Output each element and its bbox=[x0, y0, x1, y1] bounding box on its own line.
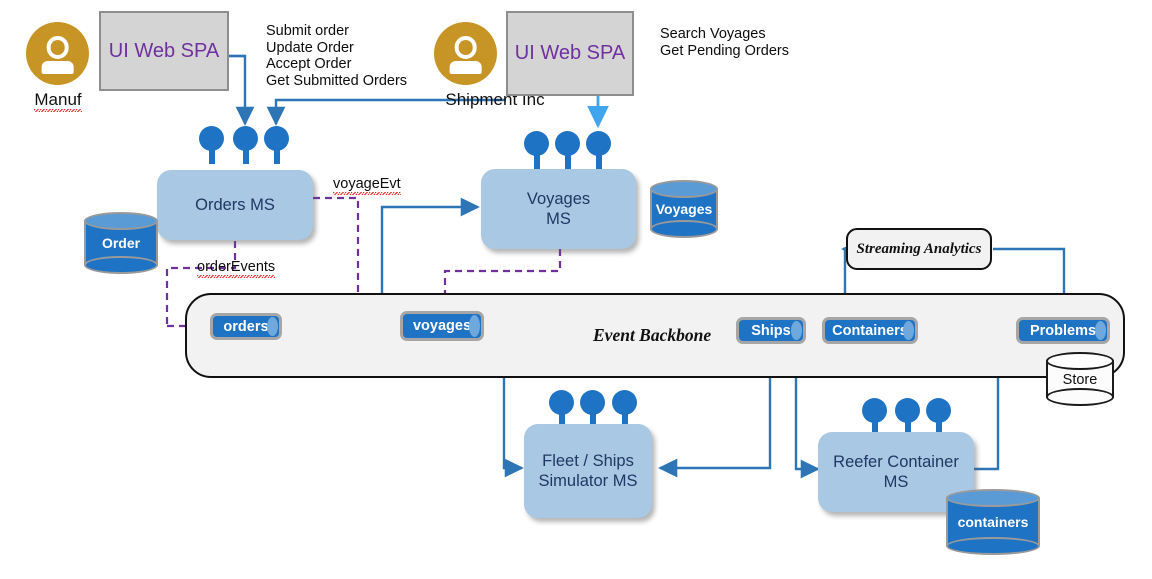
op-get-pending-orders: Get Pending Orders bbox=[660, 42, 789, 59]
cylinder-cap-icon bbox=[791, 321, 802, 340]
reefer-ms-label-line1: Reefer Container bbox=[833, 453, 959, 471]
voyages-ms[interactable]: Voyages MS bbox=[481, 169, 636, 249]
fleet-ms-label-line2: Simulator MS bbox=[538, 472, 638, 490]
actor-shipment-inc bbox=[434, 22, 497, 85]
person-icon bbox=[26, 22, 89, 85]
ui-web-spa-manuf[interactable]: UI Web SPA bbox=[99, 11, 229, 91]
orders-ms-interface-1 bbox=[199, 126, 224, 174]
cylinder-cap-icon bbox=[1095, 321, 1106, 340]
topic-voyages[interactable]: voyages bbox=[400, 311, 484, 341]
voyages-database: Voyages bbox=[650, 180, 718, 238]
person-icon bbox=[434, 22, 497, 85]
orders-operations-list: Submit order Update Order Accept Order G… bbox=[266, 23, 407, 89]
containers-database: containers bbox=[946, 489, 1040, 555]
op-accept-order: Accept Order bbox=[266, 56, 352, 73]
actor-manuf bbox=[26, 22, 89, 85]
orders-ms[interactable]: Orders MS bbox=[157, 170, 313, 240]
voyages-ms-label-line1: Voyages bbox=[526, 190, 591, 208]
ui-web-spa-shipment[interactable]: UI Web SPA bbox=[506, 11, 634, 96]
store-cylinder: Store bbox=[1046, 352, 1114, 406]
cylinder-cap-icon bbox=[267, 317, 278, 336]
edge-label-order-events: orderEvents bbox=[197, 259, 276, 278]
op-submit-order: Submit order bbox=[266, 23, 350, 39]
orders-ms-interface-2 bbox=[233, 126, 258, 174]
streaming-analytics[interactable]: Streaming Analytics bbox=[846, 228, 992, 270]
op-get-submitted-orders: Get Submitted Orders bbox=[266, 72, 408, 89]
order-database: Order bbox=[84, 212, 158, 274]
store-label: Store bbox=[1062, 372, 1098, 389]
op-update-order: Update Order bbox=[266, 39, 354, 56]
fleet-ms-label-line1: Fleet / Ships bbox=[542, 452, 634, 470]
event-backbone-label: Event Backbone bbox=[593, 325, 712, 345]
edge-label-voyage-evt: voyageEvt bbox=[333, 176, 401, 195]
containers-database-label: containers bbox=[957, 514, 1029, 530]
topic-containers[interactable]: Containers bbox=[822, 317, 918, 344]
op-search-voyages: Search Voyages bbox=[660, 26, 766, 42]
voyages-database-label: Voyages bbox=[655, 201, 713, 217]
topic-ships[interactable]: Ships bbox=[736, 317, 806, 344]
cylinder-cap-icon bbox=[903, 321, 914, 340]
topic-orders[interactable]: orders bbox=[210, 313, 282, 340]
actor-manuf-label: Manuf bbox=[12, 90, 104, 112]
voyages-ms-label-line2: MS bbox=[546, 210, 571, 228]
order-database-label: Order bbox=[101, 235, 141, 251]
fleet-ships-simulator-ms[interactable]: Fleet / Ships Simulator MS bbox=[524, 424, 652, 518]
voyages-operations-list: Search Voyages Get Pending Orders bbox=[660, 26, 789, 59]
cylinder-cap-icon bbox=[469, 315, 480, 337]
orders-ms-interface-3 bbox=[264, 126, 289, 174]
reefer-ms-label-line2: MS bbox=[883, 473, 909, 491]
architecture-diagram: Manuf UI Web SPA Submit order Update Ord… bbox=[0, 0, 1152, 579]
topic-problems[interactable]: Problems bbox=[1016, 317, 1110, 344]
